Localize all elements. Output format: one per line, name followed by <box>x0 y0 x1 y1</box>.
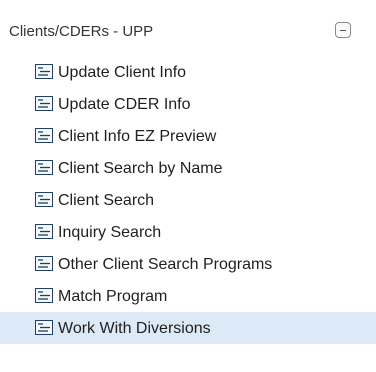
menu-item-label: Other Client Search Programs <box>58 256 273 273</box>
menu-item-label: Client Search by Name <box>58 160 223 177</box>
menu-item-inquiry-search[interactable]: Inquiry Search <box>0 216 376 248</box>
menu-item-update-client-info[interactable]: Update Client Info <box>0 56 376 88</box>
menu-item-match-program[interactable]: Match Program <box>0 280 376 312</box>
list-document-icon <box>35 256 53 271</box>
menu-item-other-client-search-programs[interactable]: Other Client Search Programs <box>0 248 376 280</box>
menu-list: Update Client Info Update CDER Info Clie… <box>0 56 376 344</box>
clients-cders-panel: Clients/CDERs - UPP Update Client Info U… <box>0 0 376 372</box>
menu-item-label: Work With Diversions <box>58 320 211 337</box>
list-document-icon <box>35 192 53 207</box>
menu-item-label: Match Program <box>58 288 168 305</box>
list-document-icon <box>35 288 53 303</box>
list-document-icon <box>35 224 53 239</box>
panel-header: Clients/CDERs - UPP <box>0 0 376 54</box>
collapse-button[interactable] <box>335 22 351 38</box>
menu-item-update-cder-info[interactable]: Update CDER Info <box>0 88 376 120</box>
list-document-icon <box>35 128 53 143</box>
list-document-icon <box>35 320 53 335</box>
minus-icon <box>340 29 346 31</box>
menu-item-client-info-ez-preview[interactable]: Client Info EZ Preview <box>0 120 376 152</box>
menu-item-work-with-diversions[interactable]: Work With Diversions <box>0 312 376 344</box>
menu-item-label: Client Search <box>58 192 155 209</box>
panel-title: Clients/CDERs - UPP <box>9 23 154 40</box>
menu-item-label: Update CDER Info <box>58 96 191 113</box>
menu-item-client-search-by-name[interactable]: Client Search by Name <box>0 152 376 184</box>
list-document-icon <box>35 96 53 111</box>
list-document-icon <box>35 160 53 175</box>
menu-item-label: Inquiry Search <box>58 224 162 241</box>
menu-item-label: Client Info EZ Preview <box>58 128 217 145</box>
list-document-icon <box>35 64 53 79</box>
menu-item-client-search[interactable]: Client Search <box>0 184 376 216</box>
menu-item-label: Update Client Info <box>58 64 187 81</box>
